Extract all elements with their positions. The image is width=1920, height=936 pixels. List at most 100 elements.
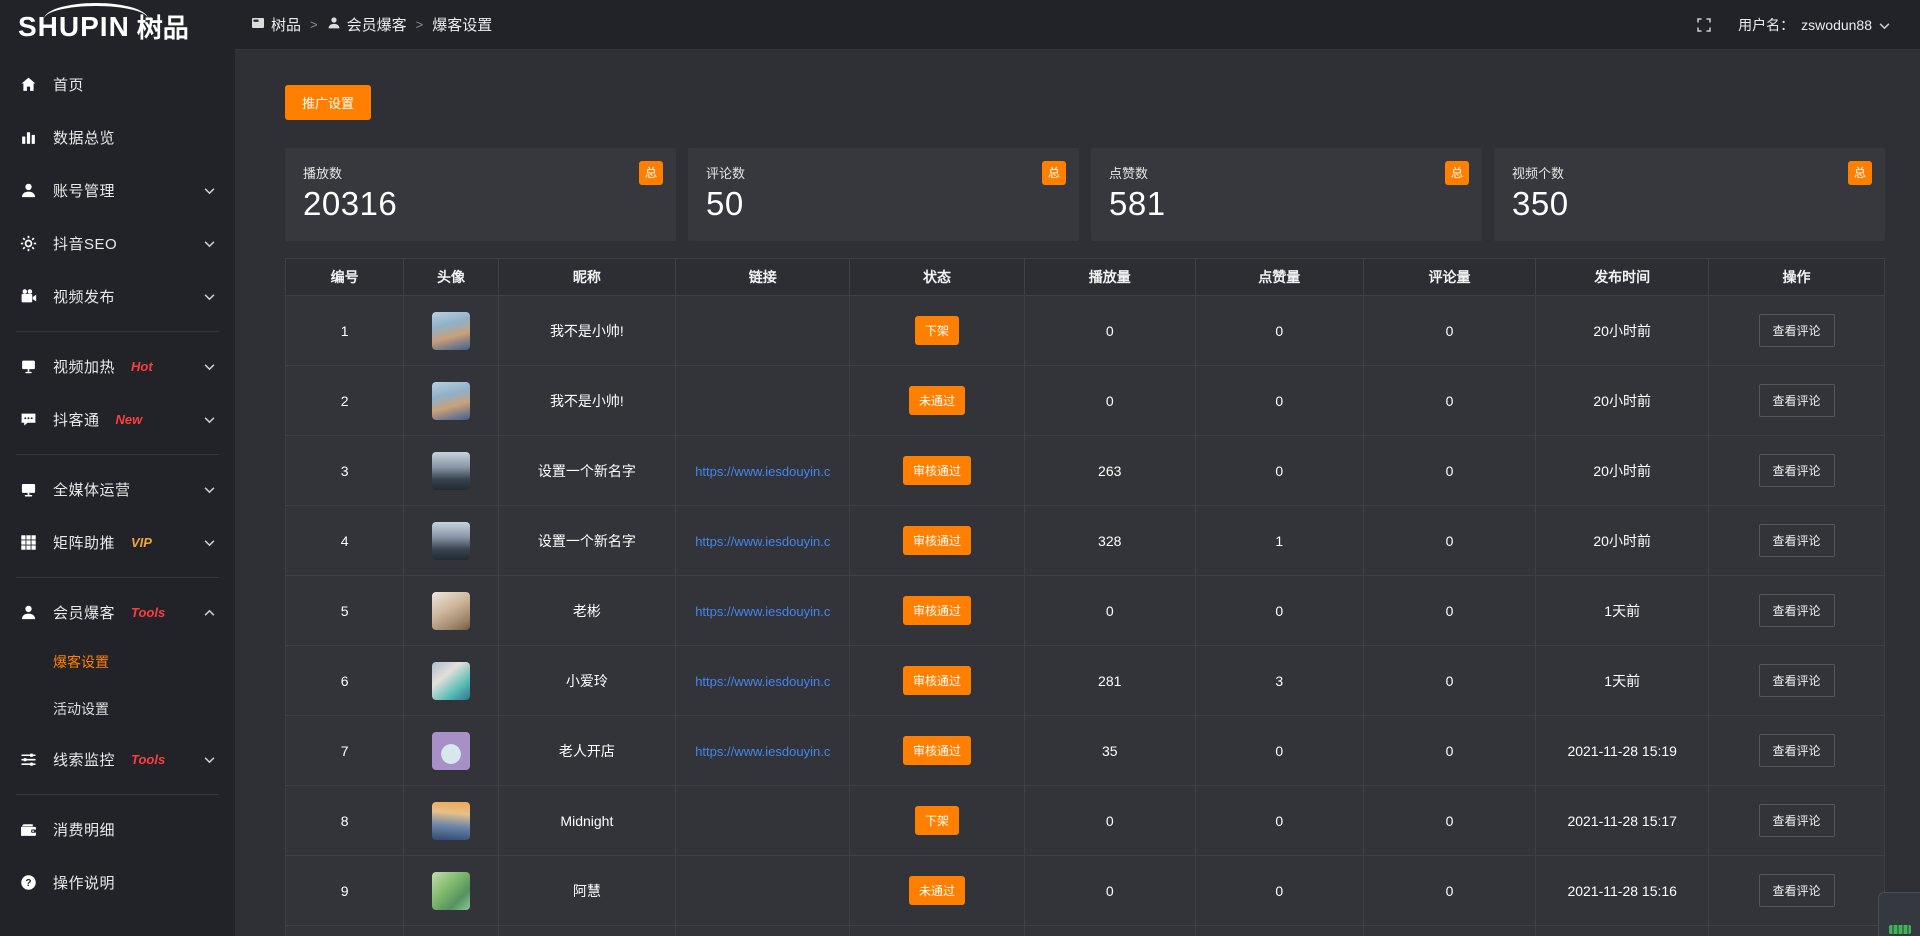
video-link[interactable]: https://www.iesdouyin.c [695, 534, 830, 549]
sidebar-item-video-heat[interactable]: 视频加热 Hot [0, 340, 235, 393]
table-row: 1 我不是小帅! 下架 0 0 0 20小时前 查看评论 [286, 296, 1885, 366]
status-badge: 审核通过 [903, 666, 971, 695]
sidebar-divider [16, 794, 219, 795]
sidebar-item-label: 账号管理 [53, 180, 115, 201]
cell-avatar [404, 506, 498, 576]
video-link[interactable]: https://www.iesdouyin.c [695, 464, 830, 479]
sidebar-item-matrix-boost[interactable]: 矩阵助推 VIP [0, 516, 235, 569]
cell-time: 2021-11-28 15:16 [1536, 856, 1709, 926]
sidebar-item-doukotong[interactable]: 抖客通 New [0, 393, 235, 446]
sidebar-divider [16, 331, 219, 332]
cell-nickname: Midnight [498, 786, 675, 856]
cell-link [676, 786, 850, 856]
video-link[interactable]: https://www.iesdouyin.c [695, 604, 830, 619]
view-comments-button[interactable]: 查看评论 [1759, 384, 1835, 417]
sidebar-item-label: 全媒体运营 [53, 479, 131, 500]
video-camera-icon [20, 288, 38, 305]
view-comments-button[interactable]: 查看评论 [1759, 594, 1835, 627]
topbar: 树品 > 会员爆客 > 爆客设置 用户名：zswodun88 [235, 0, 1920, 50]
cell-likes: 0 [1195, 366, 1363, 436]
cell-status: 下架 [850, 296, 1024, 366]
sidebar-item-douyin-seo[interactable]: 抖音SEO [0, 217, 235, 270]
chevron-up-icon [204, 604, 215, 622]
status-badge: 审核通过 [903, 736, 971, 765]
view-comments-button[interactable]: 查看评论 [1759, 734, 1835, 767]
view-comments-button[interactable]: 查看评论 [1759, 664, 1835, 697]
user-menu[interactable]: 用户名：zswodun88 [1738, 15, 1890, 35]
cell-link: https://www.iesdouyin.c [676, 506, 850, 576]
cell-status: 未通过 [850, 366, 1024, 436]
cell-plays: 0 [1024, 786, 1195, 856]
stat-value: 581 [1109, 185, 1464, 223]
breadcrumb-separator: > [416, 17, 424, 32]
cell-avatar [404, 646, 498, 716]
cell-comments: 0 [1363, 366, 1536, 436]
app-logo[interactable]: SHUPIN 树品 [0, 0, 235, 52]
cell-action: 查看评论 [1709, 506, 1885, 576]
sidebar-item-label: 首页 [53, 74, 84, 95]
breadcrumb-label: 爆客设置 [432, 14, 492, 35]
cell-comments: 0 [1363, 856, 1536, 926]
sidebar-item-consumption-detail[interactable]: 消费明细 [0, 803, 235, 856]
sidebar-subitem-activity-settings[interactable]: 活动设置 [0, 686, 235, 733]
table-row-partial [286, 926, 1885, 936]
video-link[interactable]: https://www.iesdouyin.c [695, 674, 830, 689]
sidebar-subitem-baoke-settings[interactable]: 爆客设置 [0, 639, 235, 686]
chevron-down-icon [204, 288, 215, 306]
cell-no: 3 [286, 436, 404, 506]
chevron-down-icon [204, 182, 215, 200]
cell-action: 查看评论 [1709, 366, 1885, 436]
breadcrumb-label: 树品 [271, 14, 301, 35]
cell-time: 1天前 [1536, 646, 1709, 716]
view-comments-button[interactable]: 查看评论 [1759, 804, 1835, 837]
view-comments-button[interactable]: 查看评论 [1759, 454, 1835, 487]
cell-plays: 35 [1024, 716, 1195, 786]
sidebar-item-data-overview[interactable]: 数据总览 [0, 111, 235, 164]
sidebar-item-label: 数据总览 [53, 127, 115, 148]
cell-comments: 0 [1363, 716, 1536, 786]
logo-arc [44, 3, 148, 19]
sidebar-item-label: 抖客通 [53, 409, 100, 430]
sidebar-item-home[interactable]: 首页 [0, 58, 235, 111]
cell-avatar [404, 296, 498, 366]
username-label: 用户名： [1738, 15, 1794, 35]
video-link[interactable]: https://www.iesdouyin.c [695, 744, 830, 759]
cell-likes: 1 [1195, 506, 1363, 576]
avatar [432, 802, 470, 840]
cell-status: 下架 [850, 786, 1024, 856]
cell-time: 20小时前 [1536, 506, 1709, 576]
cell-status: 审核通过 [850, 506, 1024, 576]
sidebar-item-omnimedia[interactable]: 全媒体运营 [0, 463, 235, 516]
breadcrumb-item-member-baoke[interactable]: 会员爆客 [327, 14, 407, 35]
new-badge: New [116, 412, 143, 427]
sidebar-item-clue-monitor[interactable]: 线索监控 Tools [0, 733, 235, 786]
avatar [432, 662, 470, 700]
floating-widget[interactable] [1878, 892, 1920, 936]
cell-avatar [404, 856, 498, 926]
sidebar-item-member-baoke[interactable]: 会员爆客 Tools [0, 586, 235, 639]
status-badge: 审核通过 [903, 456, 971, 485]
sidebar-divider [16, 454, 219, 455]
cell-likes: 0 [1195, 786, 1363, 856]
view-comments-button[interactable]: 查看评论 [1759, 524, 1835, 557]
breadcrumb-item-home[interactable]: 树品 [251, 14, 301, 35]
sidebar-item-account-management[interactable]: 账号管理 [0, 164, 235, 217]
fullscreen-icon[interactable] [1696, 17, 1712, 33]
cell-plays: 0 [1024, 296, 1195, 366]
breadcrumb-separator: > [310, 17, 318, 32]
cell-status: 审核通过 [850, 436, 1024, 506]
sidebar-item-label: 线索监控 [53, 749, 115, 770]
col-header-time: 发布时间 [1536, 259, 1709, 296]
table-row: 8 Midnight 下架 0 0 0 2021-11-28 15:17 查看评… [286, 786, 1885, 856]
status-badge: 下架 [915, 316, 959, 345]
view-comments-button[interactable]: 查看评论 [1759, 874, 1835, 907]
sidebar-item-video-publish[interactable]: 视频发布 [0, 270, 235, 323]
promotion-settings-button[interactable]: 推广设置 [285, 85, 371, 120]
table-row: 3 设置一个新名字 https://www.iesdouyin.c 审核通过 2… [286, 436, 1885, 506]
sidebar-subitem-label: 爆客设置 [53, 654, 109, 670]
view-comments-button[interactable]: 查看评论 [1759, 314, 1835, 347]
sidebar-item-operation-guide[interactable]: ? 操作说明 [0, 856, 235, 909]
stat-label: 点赞数 [1109, 163, 1464, 182]
cell-plays: 0 [1024, 576, 1195, 646]
cell-likes: 0 [1195, 576, 1363, 646]
